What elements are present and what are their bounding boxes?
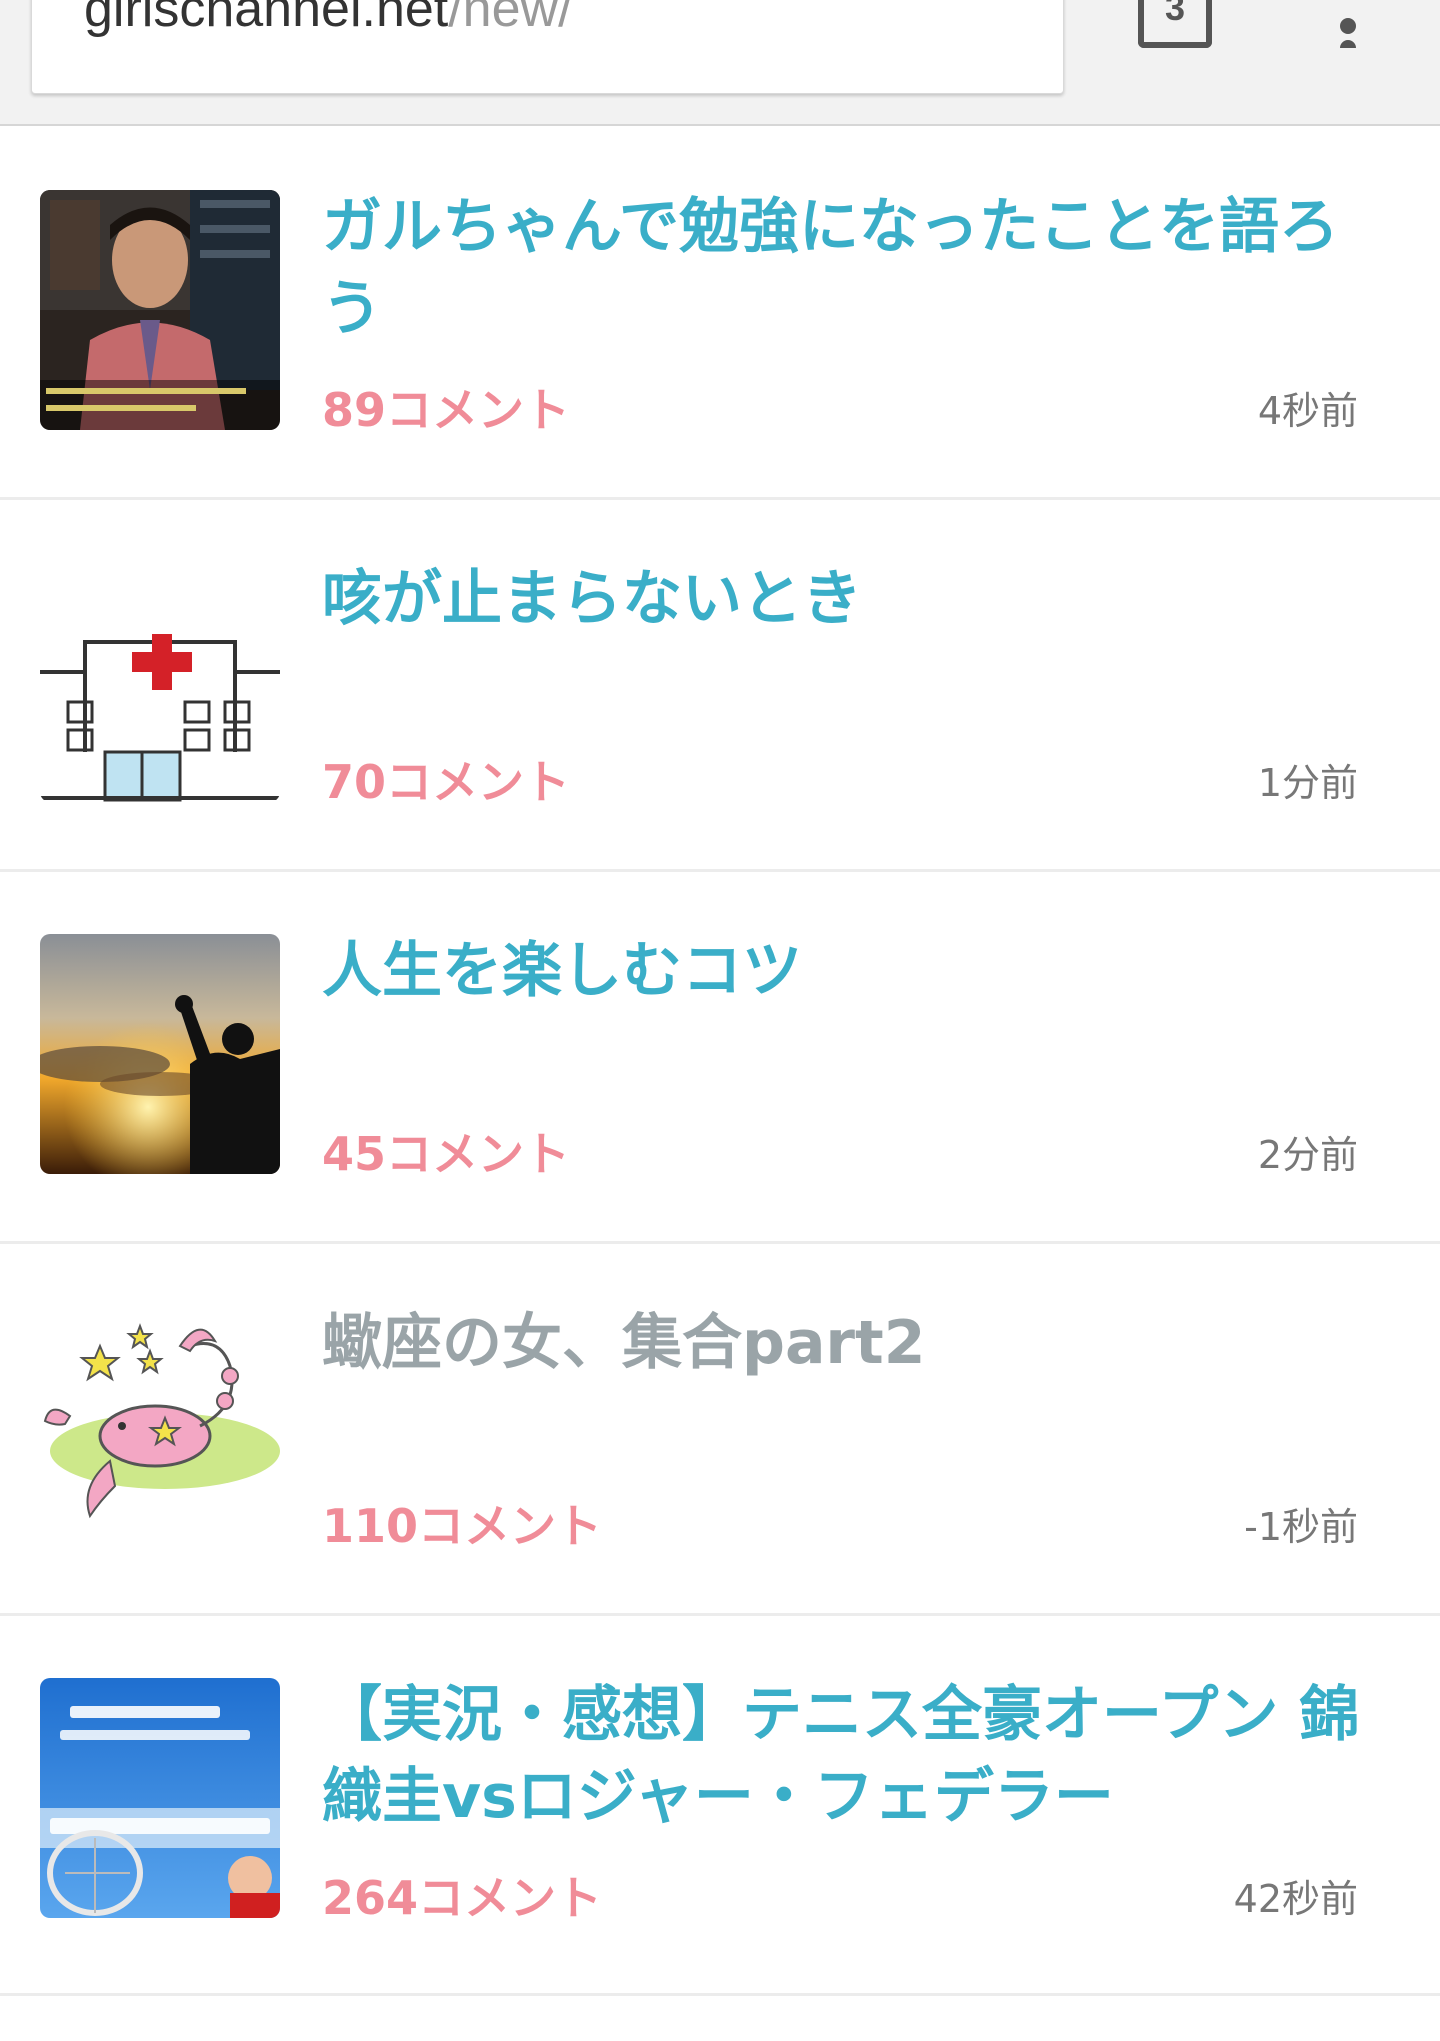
address-bar[interactable]: girlschannel.net/new/ bbox=[31, 0, 1064, 94]
timestamp: -1秒前 bbox=[1244, 1505, 1358, 1549]
url-text[interactable]: girlschannel.net/new/ bbox=[84, 0, 573, 41]
comment-count: 264コメント bbox=[322, 1871, 603, 1925]
topic-item[interactable]: 蠍座の女、集合part2 110コメント -1秒前 bbox=[0, 1244, 1440, 1616]
url-path: /new/ bbox=[448, 0, 573, 38]
browser-toolbar: girlschannel.net/new/ 3 bbox=[0, 0, 1440, 126]
topic-title[interactable]: 人生を楽しむコツ bbox=[322, 930, 1362, 1012]
tab-count: 3 bbox=[1164, 0, 1186, 28]
timestamp: 2分前 bbox=[1257, 1133, 1358, 1177]
topic-item[interactable]: ガルちゃんで勉強になったことを語ろう 89コメント 4秒前 bbox=[0, 128, 1440, 500]
topic-item[interactable]: 人生を楽しむコツ 45コメント 2分前 bbox=[0, 872, 1440, 1244]
comment-count: 70コメント bbox=[322, 755, 571, 809]
menu-dot bbox=[1340, 18, 1356, 34]
timestamp: 42秒前 bbox=[1233, 1877, 1358, 1921]
scorpion-illustration[interactable] bbox=[40, 1306, 280, 1546]
topic-title[interactable]: 蠍座の女、集合part2 bbox=[322, 1302, 1362, 1384]
topic-item[interactable]: 咳が止まらないとき 70コメント 1分前 bbox=[0, 500, 1440, 872]
comment-count: 45コメント bbox=[322, 1127, 571, 1181]
comment-count: 89コメント bbox=[322, 383, 571, 437]
tab-switcher-button[interactable]: 3 bbox=[1138, 0, 1212, 48]
tennis-banner-image[interactable] bbox=[40, 1678, 280, 1918]
topic-title[interactable]: ガルちゃんで勉強になったことを語ろう bbox=[322, 186, 1362, 350]
overflow-menu-icon[interactable] bbox=[1330, 0, 1366, 48]
topic-list: ガルちゃんで勉強になったことを語ろう 89コメント 4秒前 咳が止まらないとき … bbox=[0, 128, 1440, 1996]
comment-count: 110コメント bbox=[322, 1499, 603, 1553]
menu-dot bbox=[1340, 40, 1356, 48]
timestamp: 4秒前 bbox=[1257, 389, 1358, 433]
timestamp: 1分前 bbox=[1257, 761, 1358, 805]
man-in-library-photo[interactable] bbox=[40, 190, 280, 430]
sunset-silhouette-photo[interactable] bbox=[40, 934, 280, 1174]
hospital-illustration[interactable] bbox=[40, 562, 280, 802]
topic-title[interactable]: 咳が止まらないとき bbox=[322, 558, 1362, 640]
topic-title[interactable]: 【実況・感想】テニス全豪オープン 錦織圭vsロジャー・フェデラー bbox=[322, 1674, 1362, 1838]
topic-item[interactable]: 【実況・感想】テニス全豪オープン 錦織圭vsロジャー・フェデラー 264コメント… bbox=[0, 1616, 1440, 1996]
url-domain: girlschannel.net bbox=[84, 0, 449, 38]
